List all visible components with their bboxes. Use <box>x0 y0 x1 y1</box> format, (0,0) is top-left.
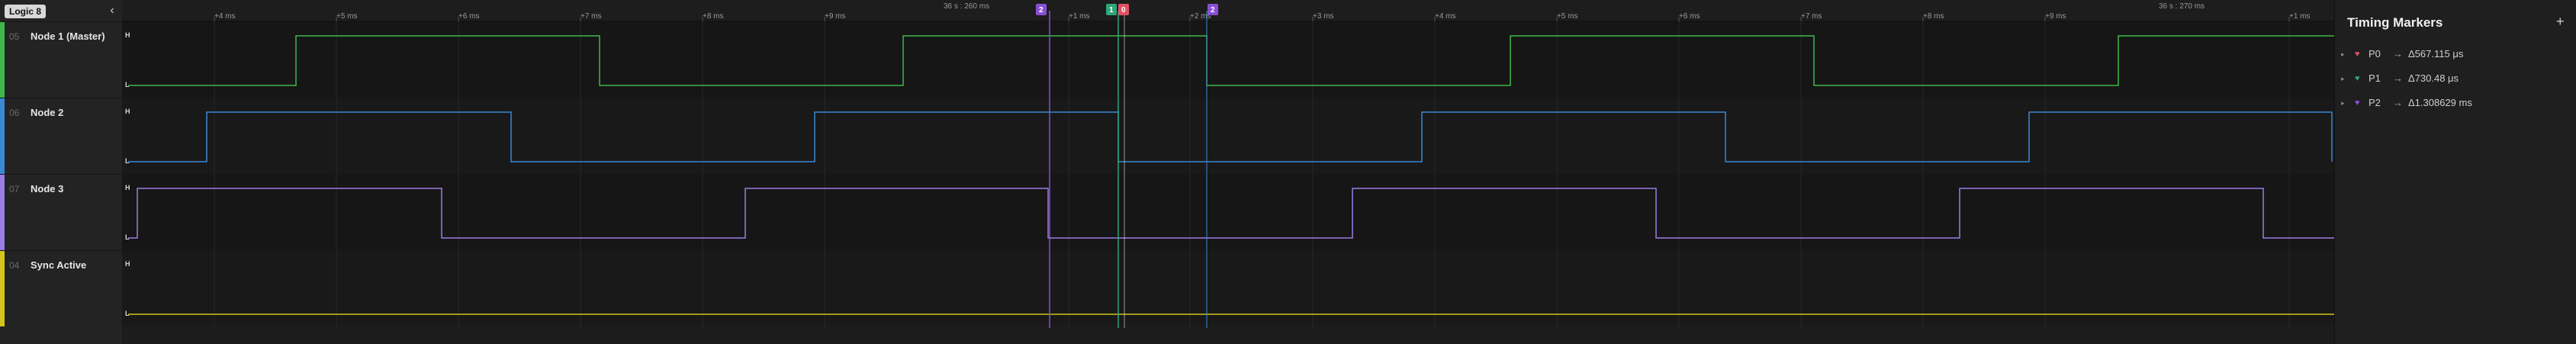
plus-icon[interactable]: + <box>2556 14 2565 30</box>
marker-value: Δ1.308629 ms <box>2408 97 2472 108</box>
channel-color-bar <box>0 98 5 174</box>
ruler-tick-label: +4 ms <box>214 12 236 21</box>
high-level-label: H <box>125 260 130 268</box>
channel-name: Node 2 <box>31 107 64 118</box>
ruler-tick-label: +1 ms <box>2289 12 2311 21</box>
low-level-label: L <box>125 233 130 241</box>
panel-title: Timing Markers <box>2347 15 2443 30</box>
ruler-tick-label: +6 ms <box>1679 12 1700 21</box>
collapse-panel-icon[interactable]: ‹ <box>107 5 117 17</box>
ruler-group-label: 36 s : 270 ms <box>2159 2 2205 11</box>
channel-name: Sync Active <box>31 259 87 271</box>
logic-analyzer-window: Logic 8 ‹ 05 Node 1 (Master) 06 Node 2 0… <box>0 0 2576 344</box>
marker-value: Δ567.115 μs <box>2408 48 2464 59</box>
device-badge[interactable]: Logic 8 <box>5 5 47 18</box>
heart-icon: ♥ <box>2355 74 2360 83</box>
marker-value: Δ730.48 μs <box>2408 72 2459 84</box>
ruler-tick-label: +8 ms <box>703 12 724 21</box>
svg-text:2: 2 <box>1039 6 1044 14</box>
arrow-right-icon: → <box>2393 97 2403 108</box>
svg-text:0: 0 <box>1121 6 1126 14</box>
marker-flag-0[interactable]: 0 <box>1118 4 1129 15</box>
low-level-label: L <box>125 81 130 88</box>
arrow-right-icon: → <box>2393 72 2403 84</box>
channel-row-sync-active[interactable]: 04 Sync Active <box>0 250 122 326</box>
marker-item-p0[interactable]: ▸ ♥ P0 → Δ567.115 μs <box>2341 46 2570 63</box>
heart-icon: ♥ <box>2355 50 2360 59</box>
channel-name: Node 3 <box>31 183 64 195</box>
channel-number: 06 <box>9 108 20 118</box>
svg-text:1: 1 <box>1109 6 1114 14</box>
arrow-right-icon: → <box>2393 48 2403 59</box>
channel-color-bar <box>0 22 5 98</box>
ruler-tick-label: +7 ms <box>580 12 602 21</box>
chevron-right-icon[interactable]: ▸ <box>2341 46 2345 63</box>
channel-number: 04 <box>9 260 20 271</box>
channel-number: 07 <box>9 184 20 195</box>
timing-markers-panel: Timing Markers + ▸ ♥ P0 → Δ567.115 μs ▸ … <box>2334 0 2576 344</box>
waveform-canvas[interactable]: 36 s : 260 ms 36 s : 270 ms +4 ms +5 ms … <box>122 0 2334 344</box>
marker-flag-2-end[interactable]: 2 <box>1208 4 1218 15</box>
channel-color-bar <box>0 175 5 250</box>
svg-text:2: 2 <box>1211 6 1215 14</box>
channel-row-node-1[interactable]: 05 Node 1 (Master) <box>0 21 122 98</box>
ruler-tick-label: +9 ms <box>825 12 846 21</box>
ruler-tick-label: +3 ms <box>1313 12 1334 21</box>
ruler-tick-label: +4 ms <box>1435 12 1456 21</box>
low-level-label: L <box>125 310 130 317</box>
channel-color-bar <box>0 251 5 326</box>
channel-row-node-3[interactable]: 07 Node 3 <box>0 174 122 250</box>
ruler-tick-label: +5 ms <box>1557 12 1578 21</box>
marker-item-p2[interactable]: ▸ ♥ P2 → Δ1.308629 ms <box>2341 95 2570 111</box>
high-level-label: H <box>125 184 130 191</box>
channel-number: 05 <box>9 31 20 42</box>
channel-list-panel: Logic 8 ‹ 05 Node 1 (Master) 06 Node 2 0… <box>0 0 123 344</box>
marker-flag-2[interactable]: 2 <box>1036 4 1047 15</box>
channel-name: Node 1 (Master) <box>31 31 105 42</box>
chevron-right-icon[interactable]: ▸ <box>2341 70 2345 87</box>
low-level-label: L <box>125 157 130 165</box>
ruler-tick-label: +6 ms <box>458 12 480 21</box>
channel-row-node-2[interactable]: 06 Node 2 <box>0 98 122 174</box>
chevron-right-icon[interactable]: ▸ <box>2341 95 2345 111</box>
ruler-tick-label: +7 ms <box>1801 12 1822 21</box>
high-level-label: H <box>125 108 130 115</box>
ruler-tick-label: +1 ms <box>1069 12 1090 21</box>
waveform-area[interactable]: 36 s : 260 ms 36 s : 270 ms +4 ms +5 ms … <box>122 0 2334 344</box>
marker-item-p1[interactable]: ▸ ♥ P1 → Δ730.48 μs <box>2341 70 2570 87</box>
ruler-group-label: 36 s : 260 ms <box>944 2 989 11</box>
ruler-tick-label: +5 ms <box>336 12 358 21</box>
heart-icon: ♥ <box>2355 98 2360 108</box>
marker-name: P2 <box>2369 97 2381 108</box>
ruler-tick-label: +8 ms <box>1923 12 1944 21</box>
ruler-tick-label: +9 ms <box>2045 12 2066 21</box>
high-level-label: H <box>125 31 130 39</box>
marker-flag-1[interactable]: 1 <box>1106 4 1117 15</box>
marker-name: P0 <box>2369 48 2381 59</box>
marker-name: P1 <box>2369 72 2381 84</box>
